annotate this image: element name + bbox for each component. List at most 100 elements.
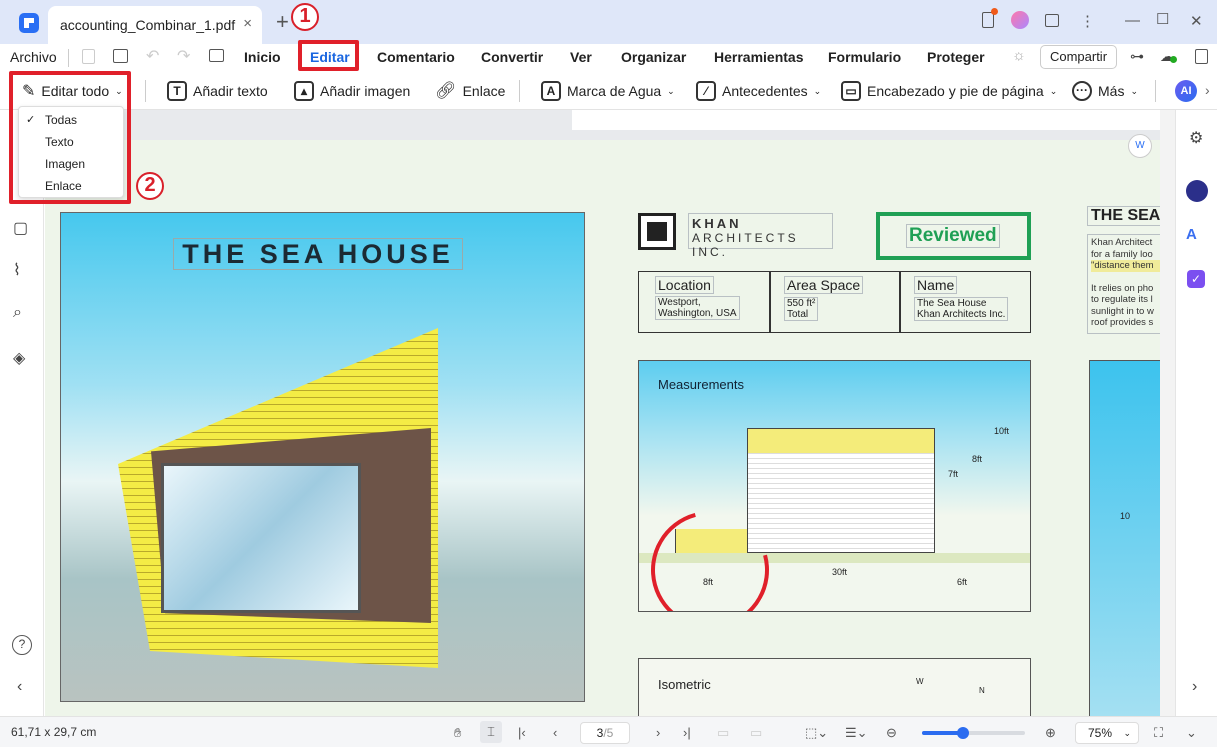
name-value[interactable]: The Sea House Khan Architects Inc. <box>914 297 1009 321</box>
isometric-diagram[interactable]: Isometric W N <box>638 658 1031 716</box>
menu-proteger[interactable]: Proteger <box>927 49 985 65</box>
document-viewer[interactable]: W THE SEA HOUSE KHAN ARCHITECTS INC. Revi… <box>45 110 1160 716</box>
select-tool-icon[interactable]: ⌶ <box>480 721 502 743</box>
right-column-image: 10 <box>1089 360 1160 716</box>
zoom-slider[interactable] <box>922 727 1025 739</box>
right-column-text[interactable]: Khan Architect for a family loo "distance … <box>1087 234 1160 334</box>
zoom-in-icon[interactable]: ⊕ <box>1045 725 1056 741</box>
page-layout-icon[interactable]: ☰⌄ <box>845 725 868 741</box>
dropdown-item-texto[interactable]: Texto <box>45 135 74 149</box>
fit-page-icon[interactable]: ⬚⌄ <box>805 725 828 741</box>
area-label[interactable]: Area Space <box>784 276 864 294</box>
reviewed-stamp[interactable]: Reviewed <box>876 212 1031 260</box>
ai-button[interactable]: AI <box>1175 80 1197 102</box>
right-column-title[interactable]: THE SEA <box>1087 206 1160 226</box>
network-icon[interactable]: ⊶ <box>1130 48 1144 65</box>
avatar[interactable] <box>1011 11 1029 29</box>
page-number-input[interactable]: 3/5 <box>580 722 630 744</box>
new-tab-button[interactable]: + <box>276 9 289 35</box>
properties-icon[interactable]: ⚙ <box>1189 128 1203 148</box>
maximize-button[interactable]: ☐ <box>1156 10 1169 28</box>
document-title[interactable]: THE SEA HOUSE <box>173 238 463 270</box>
ai-assistant-icon[interactable] <box>1186 180 1208 202</box>
menu-ver[interactable]: Ver <box>570 49 592 65</box>
compass-n: N <box>979 686 985 695</box>
more-button[interactable]: ··· Más ⌄ <box>1072 81 1138 101</box>
first-page-icon[interactable]: |‹ <box>518 725 526 740</box>
redo-icon[interactable]: ↷ <box>177 46 190 66</box>
sea-house-image[interactable]: THE SEA HOUSE <box>60 212 585 702</box>
collapse-left-icon[interactable]: ‹ <box>17 678 22 696</box>
scroll-down-icon[interactable]: ⌄ <box>1186 725 1197 741</box>
collapse-ribbon-icon[interactable] <box>1195 49 1208 64</box>
menu-archivo[interactable]: Archivo <box>10 49 57 65</box>
divider <box>68 49 69 67</box>
menu-organizar[interactable]: Organizar <box>621 49 686 65</box>
dropdown-item-enlace[interactable]: Enlace <box>45 179 82 193</box>
mail-icon[interactable] <box>209 49 224 62</box>
scroll-right-icon[interactable]: › <box>1205 82 1210 98</box>
layers-icon[interactable]: ◈ <box>13 348 25 368</box>
share-button[interactable]: Compartir <box>1040 45 1117 69</box>
menu-comentario[interactable]: Comentario <box>377 49 455 65</box>
zoom-level-select[interactable]: 75% ⌄ <box>1075 722 1139 744</box>
add-image-label: Añadir imagen <box>320 83 411 99</box>
area-value[interactable]: 550 ft² Total <box>784 297 819 321</box>
previous-page-icon[interactable]: ‹ <box>553 725 557 740</box>
lightbulb-icon[interactable]: ☼ <box>1012 47 1026 64</box>
hand-tool-icon[interactable]: ✋︎ <box>454 725 461 741</box>
rotate-right-icon[interactable]: ▭ <box>750 725 762 741</box>
tasks-icon[interactable]: ✓ <box>1187 270 1205 288</box>
help-icon[interactable]: ? <box>12 635 32 655</box>
status-bar: 61,71 x 29,7 cm ✋︎ ⌶ |‹ ‹ 3/5 › ›| ▭ ▭ ⬚… <box>0 716 1217 747</box>
location-value[interactable]: Westport, Washington, USA <box>655 296 740 320</box>
add-image-button[interactable]: ▴ Añadir imagen <box>294 81 410 101</box>
more-label: Más <box>1098 83 1125 99</box>
background-button[interactable]: ⁄ Antecedentes ⌄ <box>696 81 821 101</box>
menu-convertir[interactable]: Convertir <box>481 49 543 65</box>
more-options-icon[interactable]: ⋮ <box>1080 12 1095 30</box>
vertical-scrollbar[interactable] <box>1160 110 1175 716</box>
translate-icon[interactable]: A <box>1186 226 1197 243</box>
link-button[interactable]: 🔗︎ Enlace <box>435 81 505 101</box>
watermark-button[interactable]: A Marca de Agua ⌄ <box>541 81 675 101</box>
dropdown-item-todas[interactable]: Todas <box>45 113 77 127</box>
comment-icon[interactable]: ▢ <box>13 218 28 238</box>
collapse-right-icon[interactable]: › <box>1192 678 1197 696</box>
zoom-out-icon[interactable]: ⊖ <box>886 725 897 741</box>
menu-formulario[interactable]: Formulario <box>828 49 901 65</box>
menu-editar[interactable]: Editar <box>310 49 350 65</box>
rotate-left-icon[interactable]: ▭ <box>717 725 729 741</box>
print-icon[interactable] <box>113 49 128 63</box>
add-text-button[interactable]: T Añadir texto <box>167 81 268 101</box>
document-tab[interactable]: accounting_Combinar_1.pdf × <box>48 6 262 44</box>
company-name[interactable]: KHAN ARCHITECTS INC. <box>688 213 833 259</box>
close-window-button[interactable]: ✕ <box>1190 12 1203 30</box>
last-page-icon[interactable]: ›| <box>683 725 691 740</box>
minimize-button[interactable]: — <box>1125 12 1140 29</box>
name-label[interactable]: Name <box>914 276 958 294</box>
menu-inicio[interactable]: Inicio <box>244 49 281 65</box>
feedback-icon[interactable] <box>1045 14 1059 27</box>
measurements-diagram[interactable]: Measurements 10ft 8ft 7ft 8ft 30ft 6ft <box>638 360 1031 612</box>
isometric-title: Isometric <box>658 677 711 692</box>
dim-8ft-height: 8ft <box>972 454 983 464</box>
house-section <box>747 428 935 553</box>
right-sidebar: ⚙ A ✓ › <box>1175 110 1217 716</box>
device-icon[interactable] <box>982 8 998 28</box>
attachment-icon[interactable]: ⌇ <box>13 260 21 280</box>
menu-herramientas[interactable]: Herramientas <box>714 49 804 65</box>
previous-page-edge <box>572 110 1160 130</box>
edit-all-button[interactable]: ✎ Editar todo ⌄ <box>22 81 123 101</box>
header-footer-button[interactable]: ▭ Encabezado y pie de página ⌄ <box>841 81 1057 101</box>
close-tab-icon[interactable]: × <box>243 15 252 32</box>
word-convert-icon[interactable]: W <box>1128 134 1152 158</box>
location-label[interactable]: Location <box>655 276 714 294</box>
dropdown-item-imagen[interactable]: Imagen <box>45 157 85 171</box>
next-page-icon[interactable]: › <box>656 725 660 740</box>
search-icon[interactable]: ⌕ <box>13 304 22 322</box>
undo-icon[interactable]: ↶ <box>146 46 159 66</box>
fullscreen-icon[interactable]: ⛶ <box>1154 725 1163 741</box>
cloud-sync-icon[interactable]: ☁ <box>1160 48 1177 65</box>
save-icon[interactable] <box>82 49 95 64</box>
